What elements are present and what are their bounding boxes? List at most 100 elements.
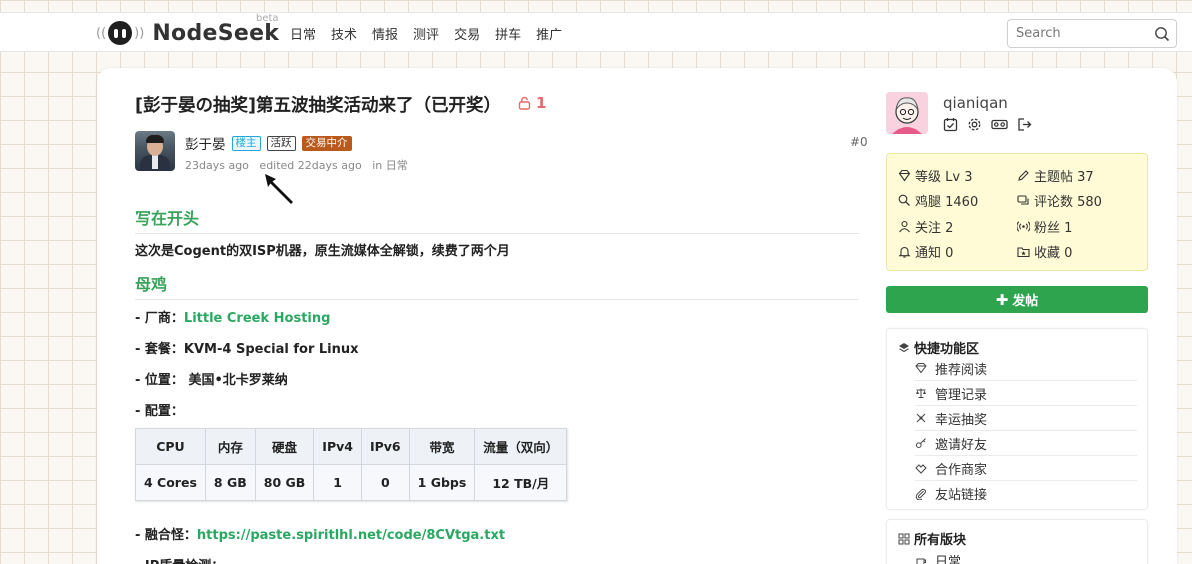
post-edited: edited 22days ago	[259, 159, 362, 172]
fusion-line: - 融合怪：https://paste.spiritlhl.net/code/8…	[135, 524, 505, 543]
table-cell: 1 Gbps	[408, 464, 476, 501]
stat-notifications[interactable]: 通知 0	[898, 242, 953, 261]
author-line: 彭于晏 楼主 活跃 交易中介	[185, 133, 358, 153]
username[interactable]: qianiqan	[943, 94, 1008, 112]
broadcast-icon	[1017, 221, 1030, 232]
all-boards-panel: 所有版块 日常	[886, 519, 1148, 564]
table-cell: 4 Cores	[135, 464, 206, 501]
section-heading-host: 母鸡	[135, 271, 859, 300]
gear-icon[interactable]	[967, 117, 982, 132]
quick-item-lottery[interactable]: 幸运抽奖	[915, 406, 1137, 431]
nav-item-trade[interactable]: 交易	[454, 24, 480, 43]
table-cell: 12 TB/月	[474, 464, 568, 501]
drumstick-icon	[898, 194, 910, 206]
quick-item-partners[interactable]: 合作商家	[915, 456, 1137, 481]
user-actions	[943, 117, 1032, 132]
quick-functions-panel: 快捷功能区 推荐阅读 管理记录 幸运抽奖 邀请好友 合作商家 友站链接	[886, 328, 1148, 510]
scale-icon	[916, 388, 926, 398]
spec-table: CPU 内存 硬盘 IPv4 IPv6 带宽 流量（双向） 4 Cores 8 …	[135, 428, 568, 501]
table-header: IPv6	[360, 428, 410, 465]
badge-trade-agent: 交易中介	[301, 135, 352, 151]
location-line: - 位置： 美国•北卡罗莱纳	[135, 373, 288, 388]
table-cell: 8 GB	[204, 464, 256, 501]
vendor-line: - 厂商：Little Creek Hosting	[135, 307, 330, 326]
dice-icon	[916, 413, 926, 423]
diamond-icon	[898, 169, 911, 182]
quick-item-mod-log[interactable]: 管理记录	[915, 381, 1137, 406]
user-avatar[interactable]	[886, 92, 928, 134]
vendor-link[interactable]: Little Creek Hosting	[184, 311, 331, 326]
stat-following[interactable]: 关注 2	[898, 217, 953, 236]
table-header: IPv4	[313, 428, 362, 465]
post-time: 23days ago	[185, 159, 249, 172]
stat-favorites[interactable]: 收藏 0	[1017, 242, 1072, 261]
nav-item-review[interactable]: 测评	[413, 24, 439, 43]
vr-glasses-icon[interactable]	[991, 117, 1008, 132]
lock-count: 1	[536, 94, 547, 112]
site-logo[interactable]: (()) NodeSeek beta	[96, 13, 280, 47]
nav-item-info[interactable]: 情报	[372, 24, 398, 43]
author-avatar[interactable]	[135, 131, 175, 171]
stat-fans[interactable]: 粉丝 1	[1017, 217, 1072, 236]
folder-star-icon	[1017, 247, 1030, 258]
grid-icon	[898, 533, 910, 544]
logout-icon[interactable]	[1017, 117, 1032, 132]
table-row: 4 Cores 8 GB 80 GB 1 0 1 Gbps 12 TB/月	[135, 464, 568, 501]
logo-icon: (())	[96, 21, 144, 45]
floor-number[interactable]: #0	[850, 135, 868, 149]
plus-icon: ✚	[995, 290, 1009, 309]
key-icon	[916, 438, 926, 448]
quick-item-links[interactable]: 友站链接	[915, 481, 1137, 506]
search-icon[interactable]	[1154, 26, 1170, 42]
nav-item-promo[interactable]: 推广	[536, 24, 562, 43]
stat-level[interactable]: 等级 Lv 3	[898, 166, 972, 185]
lock-indicator: 1	[518, 94, 546, 112]
table-header: CPU	[135, 428, 206, 465]
user-stats-panel: 等级 Lv 3 主题帖 37 鸡腿 1460 评论数 580 关注 2 粉丝 1…	[886, 153, 1148, 271]
plan-line: - 套餐：KVM-4 Special for Linux	[135, 342, 359, 357]
section-heading-intro: 写在开头	[135, 205, 859, 234]
table-cell: 1	[313, 464, 362, 501]
nav-item-tech[interactable]: 技术	[331, 24, 357, 43]
nav-item-carpool[interactable]: 拼车	[495, 24, 521, 43]
post-title[interactable]: [彭于晏の抽奖]第五波抽奖活动来了（已开奖）	[135, 92, 501, 117]
lock-icon	[518, 96, 531, 110]
quick-item-invite[interactable]: 邀请好友	[915, 431, 1137, 456]
stat-comments[interactable]: 评论数 580	[1017, 191, 1102, 210]
cup-icon	[916, 558, 926, 564]
board-item-daily[interactable]: 日常	[915, 548, 1137, 564]
nav-item-daily[interactable]: 日常	[290, 24, 316, 43]
all-boards-title: 所有版块	[898, 529, 966, 548]
pen-icon	[1018, 170, 1029, 181]
main-nav: 日常 技术 情报 测评 交易 拼车 推广	[290, 13, 577, 53]
fusion-label: - 融合怪：	[135, 528, 197, 543]
post-category[interactable]: in 日常	[372, 159, 408, 172]
logo-beta-label: beta	[256, 13, 279, 24]
stat-topics[interactable]: 主题帖 37	[1017, 166, 1094, 185]
stat-chicken[interactable]: 鸡腿 1460	[898, 191, 978, 210]
table-cell: 0	[360, 464, 410, 501]
post-meta: 23days ago edited 22days ago in 日常	[185, 157, 408, 173]
table-header: 内存	[204, 428, 256, 465]
layers-icon	[899, 342, 909, 352]
intro-text: 这次是Cogent的双ISP机器，原生流媒体全解锁，续费了两个月	[135, 244, 510, 259]
fusion-link[interactable]: https://paste.spiritlhl.net/code/8CVtga.…	[197, 528, 505, 543]
top-navbar: (()) NodeSeek beta 日常 技术 情报 测评 交易 拼车 推广	[0, 12, 1192, 52]
new-post-button[interactable]: ✚ 发帖	[886, 286, 1148, 313]
mouse-cursor-icon	[265, 174, 293, 204]
table-header-row: CPU 内存 硬盘 IPv4 IPv6 带宽 流量（双向）	[135, 428, 568, 465]
diamond-icon	[915, 363, 927, 374]
quick-item-recommended[interactable]: 推荐阅读	[915, 356, 1137, 381]
search-box	[1007, 19, 1177, 48]
config-line: - 配置：	[135, 404, 184, 419]
logo-text: NodeSeek	[152, 20, 280, 46]
paperclip-icon	[915, 488, 926, 500]
badge-op: 楼主	[231, 135, 261, 151]
calendar-check-icon[interactable]	[943, 117, 958, 132]
search-input[interactable]	[1008, 20, 1146, 47]
badge-active: 活跃	[266, 135, 296, 151]
vendor-label: - 厂商：	[135, 311, 184, 326]
table-header: 带宽	[408, 428, 476, 465]
author-name[interactable]: 彭于晏	[185, 133, 226, 153]
handshake-icon	[915, 464, 927, 474]
